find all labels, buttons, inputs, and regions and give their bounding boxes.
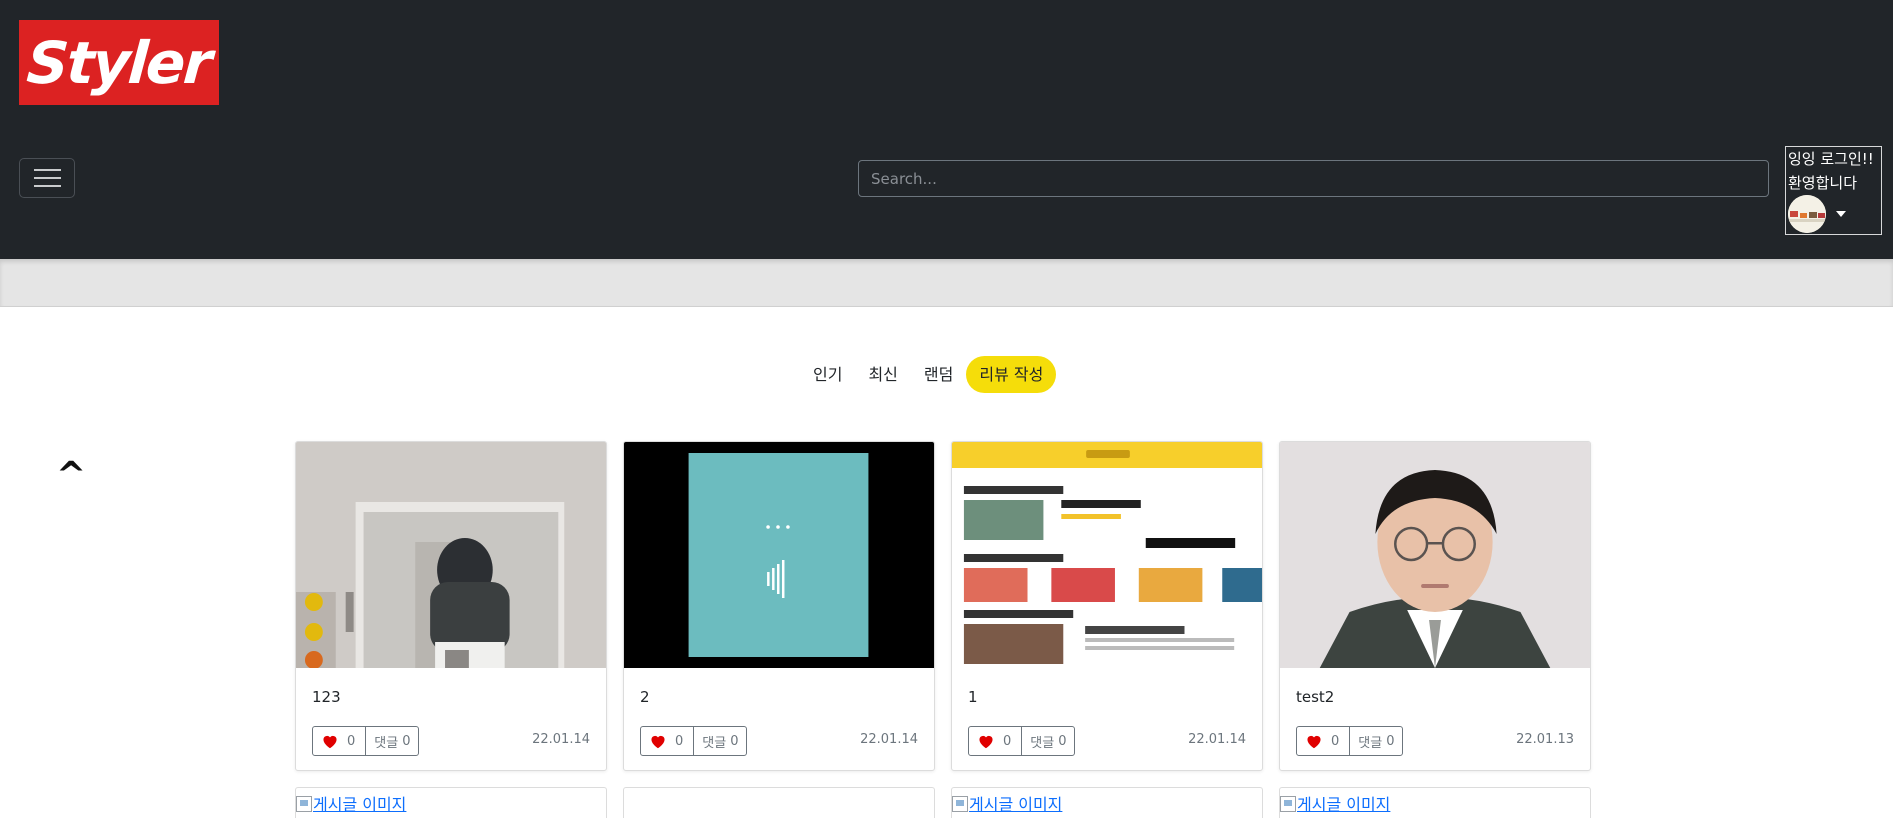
menu-toggle-button[interactable] <box>19 158 75 198</box>
like-button[interactable]: 0 <box>1297 727 1351 755</box>
logo-text: Styler <box>25 28 213 97</box>
heart-icon <box>651 735 665 749</box>
comment-count: 0 <box>1386 733 1395 749</box>
heart-icon <box>979 735 993 749</box>
caret-down-icon <box>1836 211 1846 217</box>
post-actions: 0 댓글 0 <box>1296 726 1404 756</box>
post-date: 22.01.14 <box>1188 732 1246 747</box>
comment-label: 댓글 <box>374 735 399 751</box>
hamburger-icon-line <box>33 185 61 187</box>
post-image <box>296 442 606 668</box>
comment-label: 댓글 <box>1030 735 1055 751</box>
post-image <box>624 442 934 668</box>
post-date: 22.01.13 <box>1516 732 1574 747</box>
comment-button[interactable]: 댓글 0 <box>1022 727 1074 755</box>
styler-logo[interactable]: Styler <box>19 20 219 105</box>
user-greeting-name: 잉잉 로그인!! <box>1788 150 1874 168</box>
post-title: 1 <box>968 688 978 706</box>
post-actions: 0 댓글 0 <box>312 726 420 756</box>
like-count: 0 <box>1331 733 1340 749</box>
post-card[interactable]: 123 0 댓글 0 22.01.14 <box>295 441 607 771</box>
post-date: 22.01.14 <box>532 732 590 747</box>
hamburger-icon-line <box>33 177 61 179</box>
post-image-alt: 게시글 이미지 <box>969 795 1063 814</box>
post-image-alt: 게시글 이미지 <box>1297 795 1391 814</box>
like-count: 0 <box>675 733 684 749</box>
post-card[interactable]: test2 0 댓글 0 22.01.13 <box>1279 441 1591 771</box>
comment-count: 0 <box>402 733 411 749</box>
post-actions: 0 댓글 0 <box>968 726 1076 756</box>
like-button[interactable]: 0 <box>313 727 367 755</box>
comment-button[interactable]: 댓글 0 <box>1350 727 1402 755</box>
post-title: 123 <box>312 688 341 706</box>
user-greeting-welcome: 환영합니다 <box>1788 174 1858 192</box>
hamburger-icon <box>33 169 61 171</box>
like-button[interactable]: 0 <box>969 727 1023 755</box>
comment-label: 댓글 <box>1358 735 1383 751</box>
comment-count: 0 <box>1058 733 1067 749</box>
post-card[interactable]: 게시글 이미지 <box>951 787 1263 818</box>
post-image-link[interactable]: 게시글 이미지 <box>952 791 1062 815</box>
post-image-link[interactable]: 게시글 이미지 <box>296 791 406 815</box>
tab-popular[interactable]: 인기 <box>800 356 855 393</box>
user-menu[interactable]: 잉잉 로그인!! 환영합니다 <box>1785 146 1882 235</box>
sub-banner-bar <box>0 259 1893 307</box>
avatar <box>1788 195 1826 233</box>
search-input[interactable] <box>858 160 1769 197</box>
tab-latest[interactable]: 최신 <box>855 356 910 393</box>
post-card[interactable]: 게시글 이미지 <box>295 787 607 818</box>
tab-random[interactable]: 랜덤 <box>911 356 966 393</box>
post-image-link[interactable]: 게시글 이미지 <box>1280 791 1390 815</box>
sort-tabs: 인기 최신 랜덤 리뷰 작성 <box>800 356 1057 393</box>
comment-count: 0 <box>730 733 739 749</box>
post-card[interactable]: 게시글 이미지 <box>1279 787 1591 818</box>
like-button[interactable]: 0 <box>641 727 695 755</box>
tab-write-review[interactable]: 리뷰 작성 <box>966 356 1057 393</box>
heart-icon <box>1307 735 1321 749</box>
post-card[interactable]: 1 0 댓글 0 22.01.14 <box>951 441 1263 771</box>
comment-button[interactable]: 댓글 0 <box>694 727 746 755</box>
post-image <box>952 442 1262 668</box>
post-image <box>1280 442 1590 668</box>
user-dropdown-toggle[interactable] <box>1788 195 1879 233</box>
comment-label: 댓글 <box>702 735 727 751</box>
broken-image-icon <box>1280 796 1296 812</box>
broken-image-icon <box>952 796 968 812</box>
post-card[interactable] <box>623 787 935 818</box>
top-navbar: Styler 잉잉 로그인!! 환영합니다 <box>0 0 1893 259</box>
comment-button[interactable]: 댓글 0 <box>366 727 418 755</box>
post-image-alt: 게시글 이미지 <box>313 795 407 814</box>
post-date: 22.01.14 <box>860 732 918 747</box>
broken-image-icon <box>296 796 312 812</box>
post-actions: 0 댓글 0 <box>640 726 748 756</box>
like-count: 0 <box>347 733 356 749</box>
like-count: 0 <box>1003 733 1012 749</box>
heart-icon <box>323 735 337 749</box>
post-title: test2 <box>1296 688 1335 706</box>
post-card[interactable]: 2 0 댓글 0 22.01.14 <box>623 441 935 771</box>
scroll-top-button[interactable]: ^ <box>56 455 86 496</box>
post-title: 2 <box>640 688 650 706</box>
